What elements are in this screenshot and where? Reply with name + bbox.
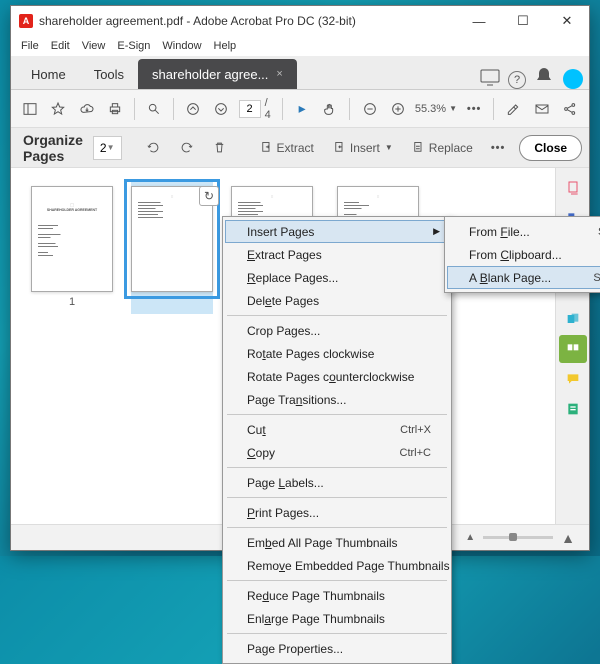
more-tools-icon[interactable]: ••• bbox=[463, 97, 485, 121]
cloud-icon[interactable] bbox=[76, 97, 98, 121]
maximize-button[interactable]: ☐ bbox=[501, 6, 545, 36]
ctx-delete-pages[interactable]: Delete Pages bbox=[225, 289, 449, 312]
menubar: File Edit View E-Sign Window Help bbox=[11, 36, 589, 56]
sub-from-clipboard[interactable]: From Clipboard... bbox=[447, 243, 600, 266]
rail-create-icon[interactable] bbox=[559, 174, 587, 202]
ctx-reduce-thumbs[interactable]: Reduce Page Thumbnails bbox=[225, 584, 449, 607]
acrobat-logo-icon: A bbox=[19, 14, 33, 28]
delete-page-button[interactable] bbox=[208, 135, 231, 161]
rotate-cw-button[interactable] bbox=[175, 135, 198, 161]
ctx-page-props[interactable]: Page Properties... bbox=[225, 637, 449, 660]
thumb-rotate-icon[interactable]: ↻ bbox=[199, 186, 219, 206]
menu-help[interactable]: Help bbox=[214, 40, 237, 52]
screen-icon[interactable] bbox=[478, 65, 502, 89]
thumb-page-2[interactable]: ⬚▬▬▬▬▬▬▬▬▬▬▬▬▬▬▬▬▬▬▬▬▬▬▬▬▬▬▬▬▬▬▬▬▬▬▬▬▬▬▬… bbox=[131, 180, 213, 314]
zoom-in-icon[interactable] bbox=[387, 97, 409, 121]
page-current-input[interactable] bbox=[239, 100, 261, 118]
bell-icon[interactable] bbox=[532, 65, 556, 89]
ctx-crop-pages[interactable]: Crop Pages... bbox=[225, 319, 449, 342]
ctx-enlarge-thumbs[interactable]: Enlarge Page Thumbnails bbox=[225, 607, 449, 630]
thumb-size-large-icon[interactable]: ▲ bbox=[561, 530, 575, 546]
page-counter: / 4 bbox=[239, 97, 274, 121]
menu-esign[interactable]: E-Sign bbox=[117, 40, 150, 52]
context-menu: Insert Pages▶ Extract Pages Replace Page… bbox=[222, 216, 452, 664]
organize-more-button[interactable]: ••• bbox=[487, 135, 510, 161]
ctx-cut[interactable]: CutCtrl+X bbox=[225, 418, 449, 441]
organize-toolbar: Organize Pages 2▼ Extract Insert▼ Replac… bbox=[11, 128, 589, 168]
sidebar-toggle-button[interactable] bbox=[19, 97, 41, 121]
page-up-icon[interactable] bbox=[182, 97, 204, 121]
page-total-label: / 4 bbox=[265, 97, 274, 121]
ctx-replace-pages[interactable]: Replace Pages... bbox=[225, 266, 449, 289]
tab-home[interactable]: Home bbox=[17, 59, 80, 89]
insert-button[interactable]: Insert▼ bbox=[328, 135, 397, 161]
organize-page-select[interactable]: 2▼ bbox=[93, 136, 122, 160]
thumb-label-1: 1 bbox=[69, 296, 75, 308]
ctx-rotate-cw[interactable]: Rotate Pages clockwise bbox=[225, 342, 449, 365]
mail-icon[interactable] bbox=[530, 97, 552, 121]
ctx-remove-thumbs[interactable]: Remove Embedded Page Thumbnails bbox=[225, 554, 449, 577]
rail-more-icon[interactable] bbox=[559, 395, 587, 423]
print-icon[interactable] bbox=[104, 97, 126, 121]
rail-organize-icon[interactable] bbox=[559, 335, 587, 363]
hand-tool-icon[interactable] bbox=[319, 97, 341, 121]
rail-combine-icon[interactable] bbox=[559, 305, 587, 333]
sub-from-file[interactable]: From File...Shift+Ctrl+I bbox=[447, 220, 600, 243]
ctx-embed-thumbs[interactable]: Embed All Page Thumbnails bbox=[225, 531, 449, 554]
help-icon[interactable]: ? bbox=[508, 71, 526, 89]
menu-file[interactable]: File bbox=[21, 40, 39, 52]
zoom-out-icon[interactable] bbox=[358, 97, 380, 121]
organize-title: Organize Pages bbox=[23, 132, 83, 164]
zoom-dropdown[interactable]: 55.3%▼ bbox=[415, 103, 457, 115]
highlight-icon[interactable] bbox=[502, 97, 524, 121]
tab-tools[interactable]: Tools bbox=[80, 59, 138, 89]
organize-close-button[interactable]: Close bbox=[519, 135, 582, 161]
star-icon[interactable] bbox=[47, 97, 69, 121]
menu-edit[interactable]: Edit bbox=[51, 40, 70, 52]
select-tool-icon[interactable]: ▸ bbox=[291, 97, 313, 121]
ctx-insert-pages[interactable]: Insert Pages▶ bbox=[225, 220, 449, 243]
ctx-page-labels[interactable]: Page Labels... bbox=[225, 471, 449, 494]
window-title: shareholder agreement.pdf - Adobe Acroba… bbox=[39, 14, 457, 28]
thumb-size-slider[interactable] bbox=[509, 533, 517, 541]
close-window-button[interactable]: ✕ bbox=[545, 6, 589, 36]
ctx-print-pages[interactable]: Print Pages... bbox=[225, 501, 449, 524]
ctx-copy[interactable]: CopyCtrl+C bbox=[225, 441, 449, 464]
tab-document[interactable]: shareholder agree... × bbox=[138, 59, 297, 89]
minimize-button[interactable]: — bbox=[457, 6, 501, 36]
thumb-size-small-icon[interactable]: ▲ bbox=[465, 532, 475, 543]
sub-blank-page[interactable]: A Blank Page...Shift+Ctrl+T bbox=[447, 266, 600, 289]
ctx-transitions[interactable]: Page Transitions... bbox=[225, 388, 449, 411]
rail-comment-icon[interactable] bbox=[559, 365, 587, 393]
tab-close-icon[interactable]: × bbox=[276, 68, 282, 80]
page-down-icon[interactable] bbox=[210, 97, 232, 121]
titlebar: A shareholder agreement.pdf - Adobe Acro… bbox=[11, 6, 589, 36]
account-avatar[interactable] bbox=[563, 69, 583, 89]
ctx-rotate-ccw[interactable]: Rotate Pages counterclockwise bbox=[225, 365, 449, 388]
thumb-page-1[interactable]: ⬚SHAREHOLDER AGREEMENT▬▬▬▬▬▬▬▬▬▬▬▬▬▬▬▬▬▬… bbox=[31, 186, 113, 308]
extract-button[interactable]: Extract bbox=[255, 135, 318, 161]
replace-button[interactable]: Replace bbox=[407, 135, 477, 161]
insert-submenu: From File...Shift+Ctrl+I From Clipboard.… bbox=[444, 216, 600, 293]
menu-window[interactable]: Window bbox=[162, 40, 201, 52]
menu-view[interactable]: View bbox=[82, 40, 106, 52]
share-icon[interactable] bbox=[559, 97, 581, 121]
main-toolbar: / 4 ▸ 55.3%▼ ••• bbox=[11, 90, 589, 128]
tab-document-label: shareholder agree... bbox=[152, 67, 268, 82]
find-icon[interactable] bbox=[143, 97, 165, 121]
tab-bar: Home Tools shareholder agree... × ? bbox=[11, 56, 589, 90]
rotate-ccw-button[interactable] bbox=[142, 135, 165, 161]
ctx-extract-pages[interactable]: Extract Pages bbox=[225, 243, 449, 266]
